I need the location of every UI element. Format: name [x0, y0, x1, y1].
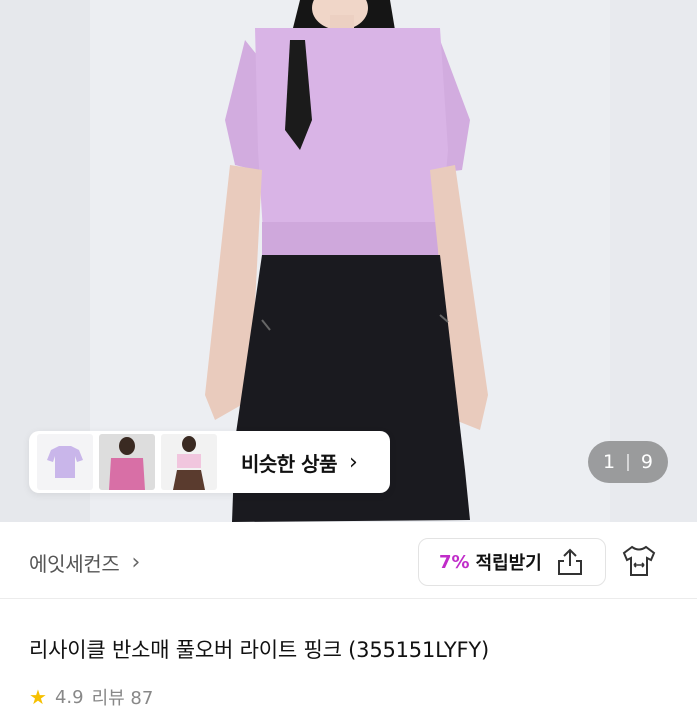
- reward-percent: 7%: [439, 551, 470, 573]
- divider: [0, 598, 697, 599]
- review-count: 리뷰 87: [91, 688, 154, 709]
- similar-products-button[interactable]: 비슷한 상품 ›: [29, 431, 390, 493]
- reward-label: 적립받기: [475, 553, 542, 574]
- counter-current: 1: [603, 451, 616, 473]
- brand-name: 에잇세컨즈: [29, 551, 120, 576]
- product-title: 리사이클 반소매 풀오버 라이트 핑크 (355151LYFY): [29, 638, 489, 662]
- similar-thumb-3: [161, 434, 217, 490]
- similar-thumb-2: [99, 434, 155, 490]
- similar-products-label: 비슷한 상품: [241, 451, 337, 476]
- star-icon: ★: [29, 685, 47, 709]
- image-counter: 1 | 9: [588, 441, 668, 483]
- shirt-size-icon[interactable]: [620, 544, 658, 578]
- counter-separator: |: [625, 452, 631, 472]
- rating-value: 4.9: [54, 686, 84, 708]
- chevron-right-icon: ›: [131, 549, 141, 575]
- share-icon: [557, 548, 582, 575]
- reward-share-button[interactable]: 7% 적립받기: [418, 538, 606, 586]
- counter-total: 9: [640, 451, 653, 473]
- rating-row[interactable]: ★ 4.9 리뷰 87: [29, 684, 153, 710]
- similar-thumb-1: [37, 434, 93, 490]
- brand-link[interactable]: 에잇세컨즈 ›: [29, 542, 140, 582]
- chevron-right-icon: ›: [348, 449, 358, 475]
- product-image-gallery[interactable]: 비슷한 상품 › 1 | 9: [0, 0, 697, 522]
